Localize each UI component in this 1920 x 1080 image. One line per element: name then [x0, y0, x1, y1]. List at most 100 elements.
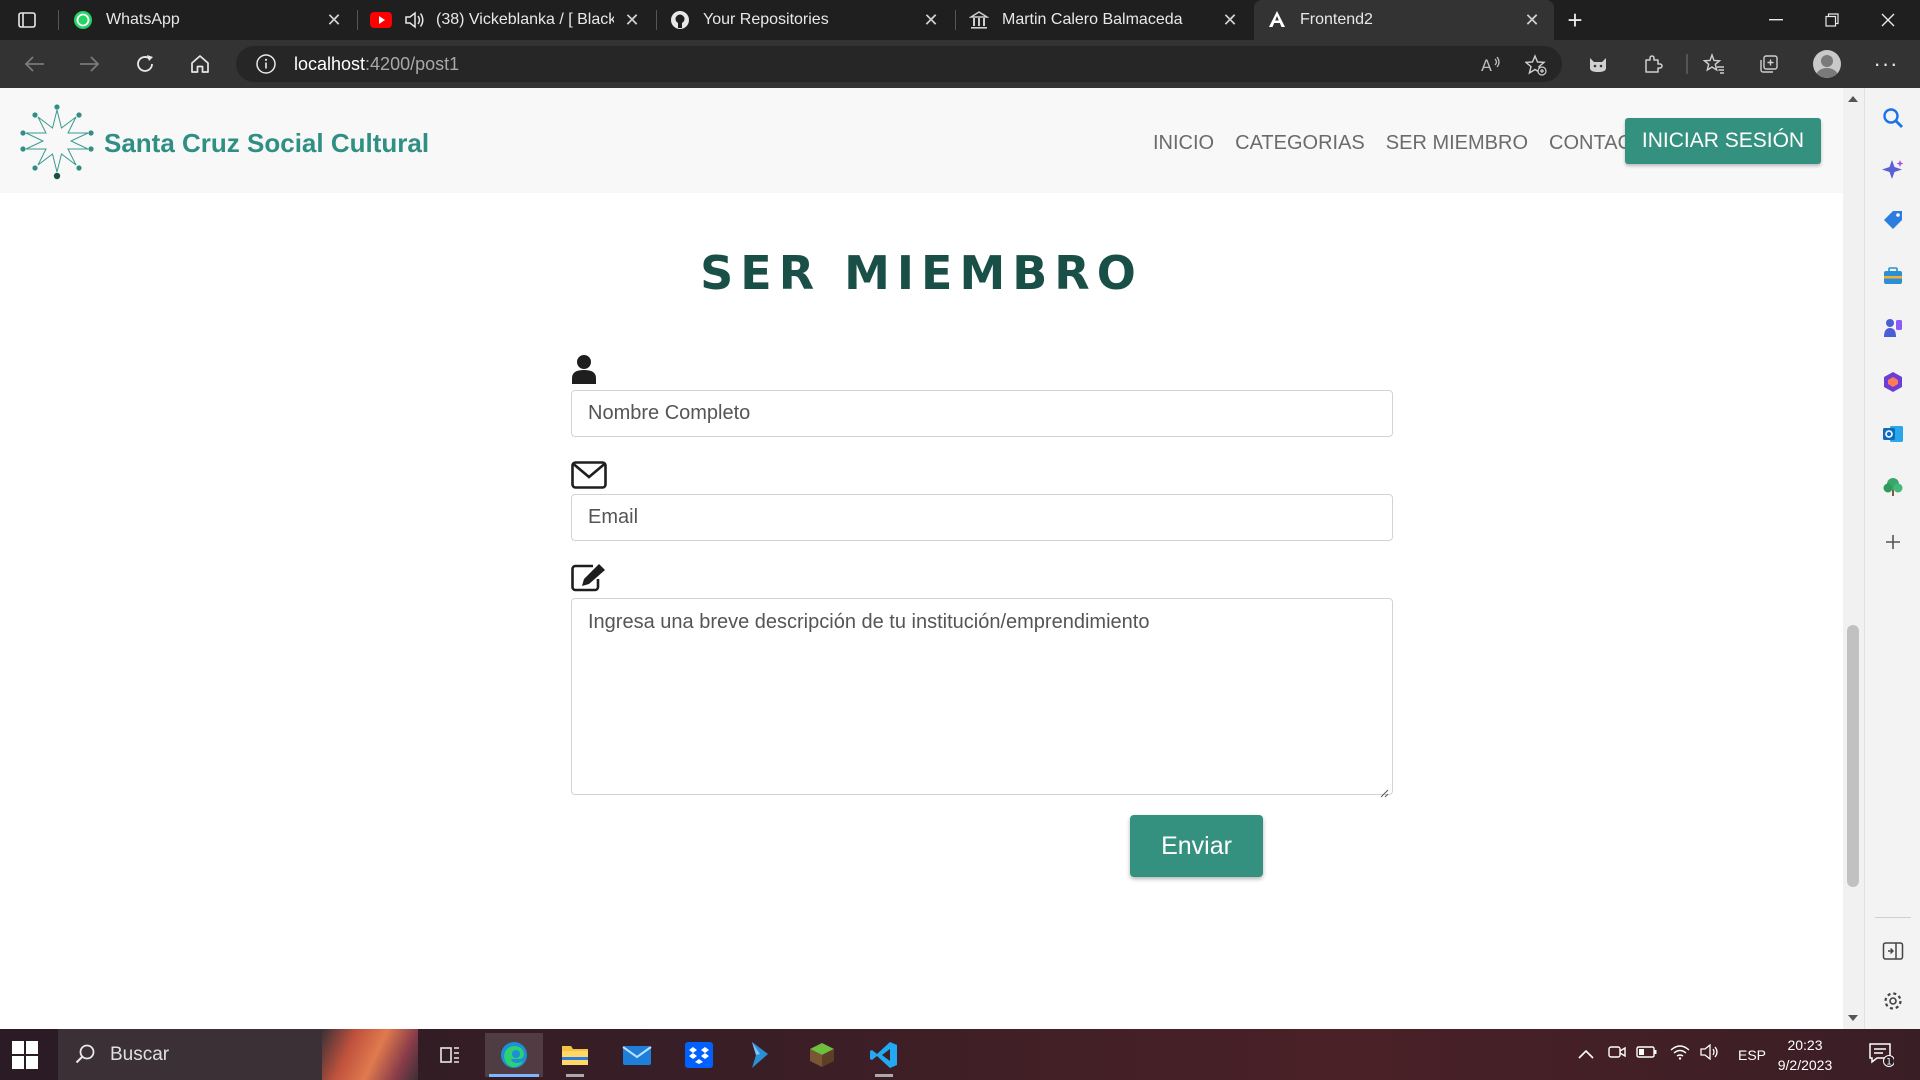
taskbar-search[interactable]: Buscar: [58, 1029, 418, 1080]
tab-separator: [58, 10, 59, 30]
toolbar-divider: [1686, 54, 1688, 74]
login-button[interactable]: INICIAR SESIÓN: [1625, 118, 1821, 164]
read-aloud-icon[interactable]: A: [1480, 54, 1502, 76]
minimize-button[interactable]: [1748, 0, 1804, 40]
close-tab-icon[interactable]: ✕: [324, 10, 344, 30]
close-tab-icon[interactable]: ✕: [1220, 10, 1240, 30]
resize-grip-icon[interactable]: [1379, 781, 1389, 798]
web-page: Santa Cruz Social Cultural INICIO CATEGO…: [0, 88, 1843, 1029]
battery-icon[interactable]: [1636, 1045, 1658, 1064]
copilot-sparkle-icon[interactable]: [1881, 158, 1905, 182]
search-glass-icon: [74, 1043, 96, 1070]
browser-tab-strip: WhatsApp ✕ (38) Vickeblanka / [ Black Ca…: [0, 0, 1920, 40]
search-icon[interactable]: [1881, 106, 1905, 130]
chevron-up-icon[interactable]: [1578, 1046, 1594, 1064]
site-brand[interactable]: Santa Cruz Social Cultural: [18, 102, 429, 185]
task-view-icon[interactable]: [421, 1033, 479, 1077]
favorites-icon[interactable]: [1702, 52, 1726, 76]
volume-icon[interactable]: [1700, 1043, 1720, 1065]
tab-martin-calero[interactable]: Martin Calero Balmaceda ✕: [956, 0, 1252, 40]
close-tab-icon[interactable]: ✕: [921, 10, 941, 30]
edge-taskbar-icon[interactable]: [485, 1033, 543, 1077]
back-button[interactable]: [18, 48, 52, 80]
more-options-icon[interactable]: ···: [1870, 50, 1902, 78]
games-icon[interactable]: [1881, 316, 1905, 340]
hide-sidebar-icon[interactable]: [1881, 939, 1905, 963]
windows-taskbar: Buscar ESP 20:23 9/2/2023 1: [0, 1029, 1920, 1080]
nav-link-ser-miembro[interactable]: SER MIEMBRO: [1386, 132, 1528, 155]
add-favorite-icon[interactable]: [1525, 54, 1547, 76]
edit-icon: [571, 562, 607, 592]
scrollbar-thumb[interactable]: [1847, 625, 1859, 887]
open-indicator: [566, 1074, 584, 1077]
microsoft-365-icon[interactable]: [1881, 370, 1905, 394]
extension-cat-icon[interactable]: [1586, 52, 1610, 76]
address-bar[interactable]: localhost:4200/post1 A: [236, 46, 1562, 82]
url-text[interactable]: localhost:4200/post1: [294, 54, 459, 75]
extensions-icon[interactable]: [1641, 52, 1665, 76]
user-icon: [571, 354, 597, 384]
submit-button[interactable]: Enviar: [1130, 815, 1263, 877]
add-sidebar-app-icon[interactable]: [1881, 530, 1905, 554]
site-info-icon[interactable]: [254, 52, 278, 76]
notification-center-icon[interactable]: 1: [1868, 1041, 1895, 1068]
page-scrollbar[interactable]: [1843, 88, 1864, 1029]
notification-count: 1: [1886, 1058, 1892, 1068]
vscode-icon[interactable]: [855, 1033, 913, 1077]
nav-link-categorias[interactable]: CATEGORIAS: [1235, 132, 1365, 155]
collections-icon[interactable]: [1757, 52, 1781, 76]
brand-name: Santa Cruz Social Cultural: [104, 128, 430, 158]
taskbar-search-label: Buscar: [110, 1043, 170, 1065]
mail-icon[interactable]: [608, 1033, 666, 1077]
building-icon: [968, 9, 990, 31]
envelope-icon: [571, 461, 607, 489]
tab-frontend2[interactable]: Frontend2 ✕: [1254, 0, 1554, 40]
tab-whatsapp[interactable]: WhatsApp ✕: [60, 0, 356, 40]
profile-avatar[interactable]: [1813, 50, 1841, 78]
home-button[interactable]: [183, 48, 217, 80]
full-name-input[interactable]: Nombre Completo: [571, 390, 1393, 437]
close-window-button[interactable]: [1860, 0, 1916, 40]
settings-gear-icon[interactable]: [1881, 989, 1905, 1013]
system-tray: ESP: [1578, 1029, 1766, 1080]
file-explorer-icon[interactable]: [546, 1033, 604, 1077]
restore-button[interactable]: [1804, 0, 1860, 40]
svg-text:A: A: [1481, 56, 1492, 75]
email-input[interactable]: Email: [571, 494, 1393, 541]
scroll-up-icon[interactable]: [1848, 96, 1858, 102]
visual-studio-icon[interactable]: [731, 1033, 789, 1077]
taskbar-clock[interactable]: 20:23 9/2/2023: [1770, 1035, 1840, 1075]
refresh-button[interactable]: [128, 48, 162, 80]
tab-title: (38) Vickeblanka / [ Black Cat: [436, 11, 614, 28]
site-navbar: Santa Cruz Social Cultural INICIO CATEGO…: [0, 88, 1843, 193]
nav-link-inicio[interactable]: INICIO: [1153, 132, 1214, 155]
minecraft-icon[interactable]: [793, 1033, 851, 1077]
speaker-icon[interactable]: [404, 9, 426, 31]
description-placeholder: Ingresa una breve descripción de tu inst…: [588, 611, 1150, 633]
url-path: :4200/post1: [365, 53, 460, 74]
forward-button[interactable]: [72, 48, 106, 80]
camera-icon[interactable]: [1608, 1044, 1626, 1065]
close-tab-icon[interactable]: ✕: [1522, 10, 1542, 30]
outlook-icon[interactable]: [1881, 422, 1905, 446]
scroll-down-icon[interactable]: [1848, 1015, 1858, 1021]
page-title: SER MIEMBRO: [700, 246, 1143, 300]
tab-title: Martin Calero Balmaceda: [1002, 11, 1183, 28]
tab-actions-icon[interactable]: [14, 8, 40, 32]
tree-icon[interactable]: [1881, 475, 1905, 499]
dropbox-icon[interactable]: [670, 1033, 728, 1077]
tools-briefcase-icon[interactable]: [1881, 264, 1905, 288]
wifi-icon[interactable]: [1670, 1044, 1690, 1065]
whatsapp-icon: [72, 9, 94, 31]
tab-youtube[interactable]: (38) Vickeblanka / [ Black Cat ✕: [358, 0, 654, 40]
sidebar-divider: [1875, 917, 1911, 918]
close-tab-icon[interactable]: ✕: [622, 10, 642, 30]
description-textarea[interactable]: Ingresa una breve descripción de tu inst…: [571, 598, 1393, 798]
shopping-tag-icon[interactable]: [1881, 209, 1905, 233]
tab-github[interactable]: Your Repositories ✕: [657, 0, 953, 40]
language-indicator[interactable]: ESP: [1738, 1047, 1766, 1063]
open-indicator: [875, 1074, 893, 1077]
windows-start-icon[interactable]: [12, 1041, 40, 1069]
tab-title: Frontend2: [1300, 11, 1373, 28]
new-tab-button[interactable]: +: [1560, 5, 1590, 35]
